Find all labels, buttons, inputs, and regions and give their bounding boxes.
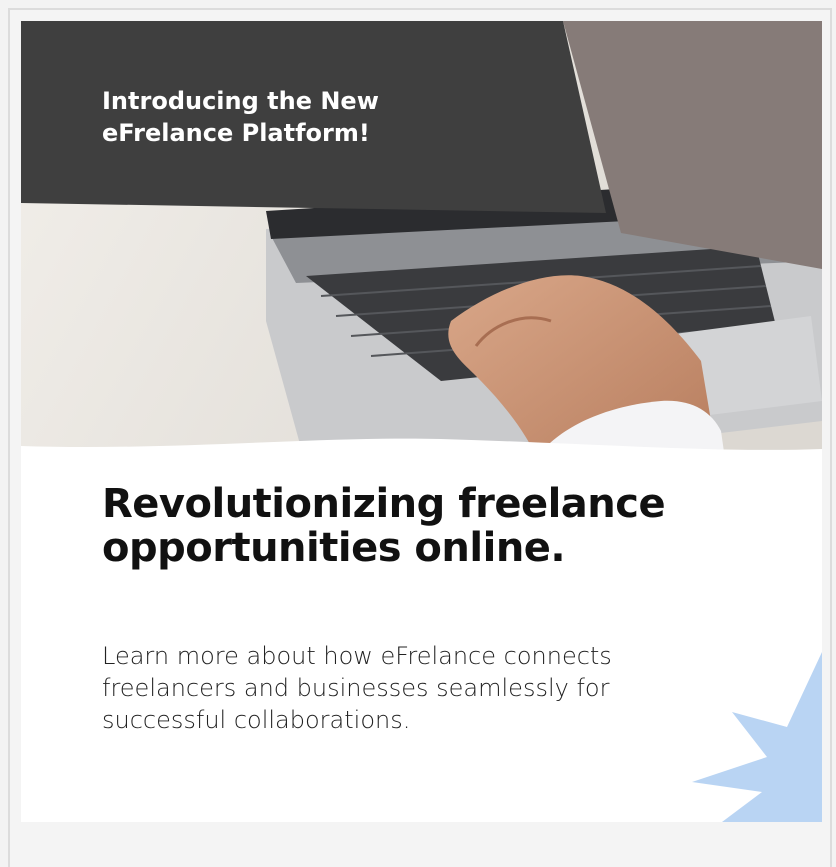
- main-headline: Revolutionizing freelance opportunities …: [102, 481, 666, 571]
- intro-heading: Introducing the New eFrelance Platform!: [102, 87, 379, 147]
- starburst-icon: [692, 652, 822, 822]
- description-text: Learn more about how eFrelance connects …: [102, 642, 612, 734]
- promo-card: Introducing the New eFrelance Platform! …: [21, 21, 822, 822]
